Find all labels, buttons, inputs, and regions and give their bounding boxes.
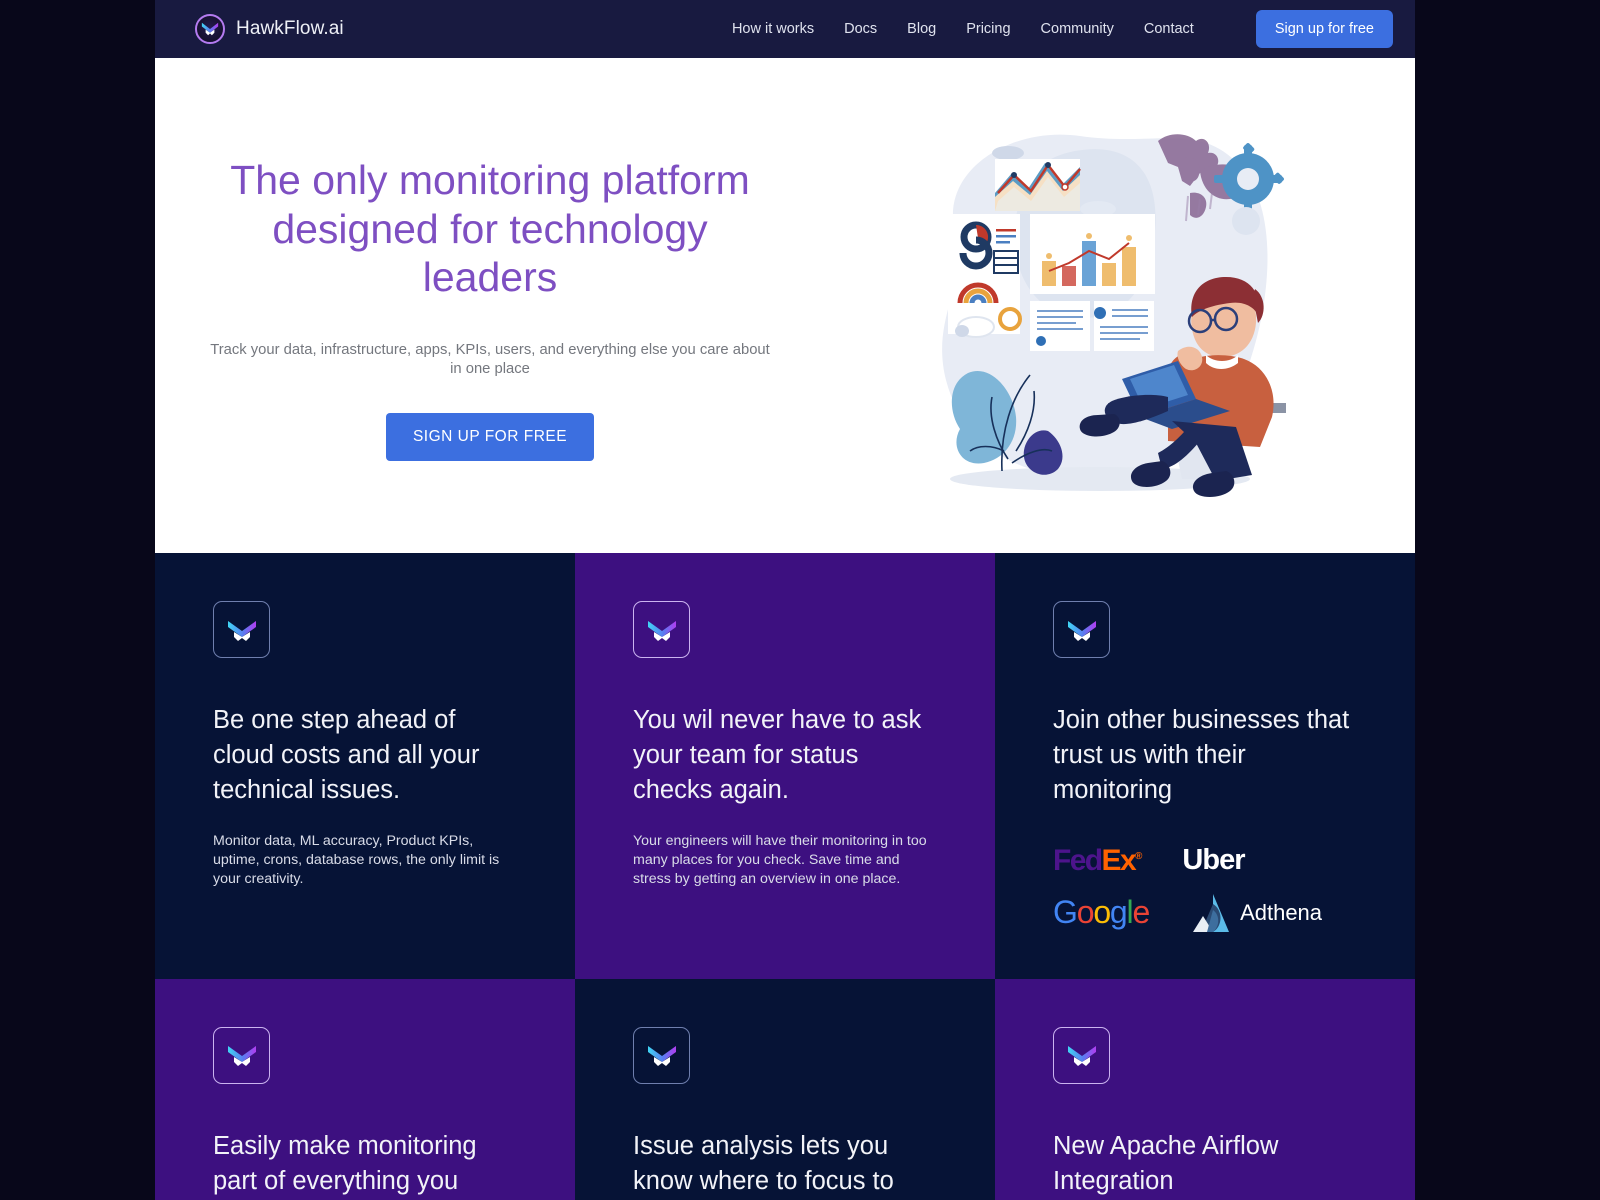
adthena-logo: Adthena [1189, 892, 1322, 934]
site-shell: HawkFlow.ai How it works Docs Blog Prici… [155, 0, 1415, 1200]
nav-link-docs[interactable]: Docs [844, 21, 877, 37]
feature-card-status-checks: You wil never have to ask your team for … [575, 553, 995, 979]
nav-link-how-it-works[interactable]: How it works [732, 21, 814, 37]
hero-illustration [795, 111, 1395, 501]
brand-name: HawkFlow.ai [236, 18, 344, 39]
feature-card-issue-analysis: Issue analysis lets you know where to fo… [575, 978, 995, 1200]
card-body: Your engineers will have their monitorin… [633, 832, 927, 888]
feature-card-trusted-businesses: Join other businesses that trust us with… [995, 553, 1415, 979]
hawk-logo-icon [633, 1026, 690, 1084]
hawk-logo-icon [195, 14, 225, 44]
hero-title: The only monitoring platform designed fo… [230, 157, 750, 301]
fedex-logo: FedEx® [1053, 843, 1143, 877]
customer-logos: FedEx® Uber Google Adthena [1053, 835, 1357, 939]
card-title: Issue analysis lets you know where to fo… [633, 1131, 894, 1195]
card-title: You wil never have to ask your team for … [633, 706, 922, 805]
uber-logo: Uber [1182, 844, 1245, 877]
nav-link-community[interactable]: Community [1041, 21, 1114, 37]
card-title: Join other businesses that trust us with… [1053, 706, 1350, 805]
card-body: Monitor data, ML accuracy, Product KPIs,… [213, 832, 500, 888]
card-title: Easily make monitoring part of everythin… [213, 1131, 477, 1195]
hawk-logo-icon [1053, 601, 1110, 658]
hero-signup-button[interactable]: SIGN UP FOR FREE [385, 412, 595, 461]
hawk-logo-icon [213, 1026, 270, 1084]
nav-links: How it works Docs Blog Pricing Community… [732, 10, 1393, 48]
analyst-with-laptop-and-charts-illustration [942, 133, 1286, 497]
page-root: HawkFlow.ai How it works Docs Blog Prici… [0, 0, 1600, 1200]
logo-row-1: FedEx® Uber [1053, 835, 1357, 887]
hero-subtitle: Track your data, infrastructure, apps, K… [210, 341, 770, 378]
nav-signup-button[interactable]: Sign up for free [1255, 10, 1393, 48]
feature-card-cloud-costs: Be one step ahead of cloud costs and all… [155, 553, 575, 979]
feature-card-monitoring-part: Easily make monitoring part of everythin… [155, 978, 575, 1200]
hero-section: The only monitoring platform designed fo… [155, 58, 1415, 553]
logo-row-2: Google Adthena [1053, 887, 1357, 939]
hawk-logo-icon [213, 601, 270, 658]
brand-logo[interactable]: HawkFlow.ai [195, 14, 344, 44]
feature-card-airflow-integration: New Apache Airflow Integration [995, 978, 1415, 1200]
nav-link-pricing[interactable]: Pricing [966, 21, 1010, 37]
nav-link-contact[interactable]: Contact [1144, 21, 1194, 37]
adthena-mark-icon [1193, 893, 1230, 932]
adthena-label: Adthena [1240, 899, 1323, 925]
card-title: New Apache Airflow Integration [1053, 1131, 1279, 1195]
hawk-logo-icon [633, 601, 690, 658]
hawk-logo-icon [1053, 1026, 1110, 1084]
nav-link-blog[interactable]: Blog [907, 21, 936, 37]
feature-card-grid: Be one step ahead of cloud costs and all… [155, 553, 1415, 1200]
hero-copy: The only monitoring platform designed fo… [185, 150, 795, 461]
top-navigation-bar: HawkFlow.ai How it works Docs Blog Prici… [155, 0, 1415, 58]
google-logo: Google [1053, 894, 1150, 931]
card-title: Be one step ahead of cloud costs and all… [213, 706, 480, 805]
